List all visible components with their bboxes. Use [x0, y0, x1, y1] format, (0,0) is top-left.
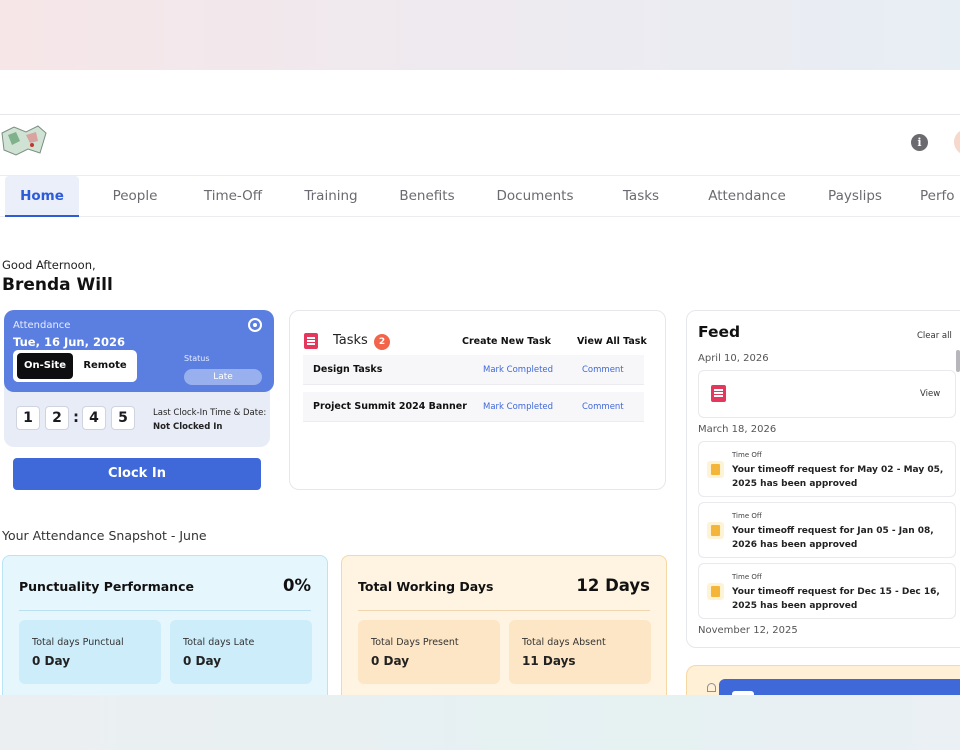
task-name: Project Summit 2024 Banner [313, 401, 467, 412]
mark-completed-link[interactable]: Mark Completed [483, 365, 553, 375]
clipboard-icon [707, 583, 724, 600]
attendance-label: Attendance [13, 320, 71, 331]
box-label: Total days Punctual [32, 637, 124, 648]
user-name: Brenda Will [2, 275, 113, 295]
tasks-card: Tasks 2 Create New Task View All Task De… [289, 310, 666, 490]
tab-documents[interactable]: Documents [490, 176, 580, 217]
feed-item-text: Your timeoff request for Dec 15 - Dec 16… [732, 587, 940, 611]
on-site-option[interactable]: On-Site [17, 353, 73, 379]
clipboard-icon [707, 461, 724, 478]
box-label: Total Days Present [371, 637, 459, 648]
working-days-title: Total Working Days [358, 579, 494, 594]
feed-date: March 18, 2026 [698, 424, 777, 435]
tab-people[interactable]: People [100, 176, 170, 217]
feed-item-text: Your timeoff request for May 02 - May 05… [732, 465, 944, 489]
feed-item-type: Time Off [732, 512, 762, 520]
punctuality-title: Punctuality Performance [19, 579, 194, 594]
divider [19, 610, 311, 611]
top-bar [0, 70, 960, 115]
clock-digit: 2 [45, 406, 69, 430]
app-window: i Home People Time-Off Training Benefits… [0, 115, 960, 695]
last-clock-label: Last Clock-In Time & Date: [153, 408, 267, 418]
remote-option[interactable]: Remote [77, 353, 133, 379]
box-value: 0 Day [371, 654, 410, 668]
feed-item-type: Time Off [732, 573, 762, 581]
tab-tasks[interactable]: Tasks [611, 176, 671, 217]
feed-date: November 12, 2025 [698, 625, 798, 636]
working-days-card: Total Working Days 12 Days Total Days Pr… [341, 555, 667, 695]
task-name: Design Tasks [313, 364, 383, 375]
list-item[interactable]: Time Off Your timeoff request for Dec 15… [698, 563, 956, 619]
clear-all-link[interactable]: Clear all [917, 331, 952, 341]
browser-bottom-backdrop [0, 695, 960, 750]
snapshot-title: Your Attendance Snapshot - June [2, 528, 207, 543]
mark-completed-link[interactable]: Mark Completed [483, 402, 553, 412]
tab-performance[interactable]: Perfo [920, 176, 960, 217]
absent-days-box: Total days Absent 11 Days [509, 620, 651, 684]
tab-benefits[interactable]: Benefits [392, 176, 462, 217]
feed-item-type: Time Off [732, 451, 762, 459]
main-nav-tabs: Home People Time-Off Training Benefits D… [0, 175, 960, 217]
late-days-box: Total days Late 0 Day [170, 620, 312, 684]
location-target-icon[interactable] [248, 318, 262, 332]
clock-colon: : [73, 408, 79, 426]
list-item[interactable]: Time Off Your timeoff request for May 02… [698, 441, 956, 497]
task-list-icon [304, 333, 318, 349]
clipboard-icon [707, 522, 724, 539]
punctuality-value: 0% [282, 576, 311, 595]
feed-panel: Feed Clear all April 10, 2026 View March… [686, 310, 960, 648]
umbrella-icon [707, 683, 716, 692]
box-value: 11 Days [522, 654, 576, 668]
table-row: Design Tasks Mark Completed Comment [303, 355, 644, 385]
clock-in-button[interactable]: Clock In [13, 458, 261, 490]
list-item[interactable]: Time Off Your timeoff request for Jan 05… [698, 502, 956, 558]
working-days-value: 12 Days [576, 576, 650, 595]
greeting-text: Good Afternoon, [2, 258, 96, 272]
info-icon[interactable]: i [911, 134, 928, 151]
clock-digit: 5 [111, 406, 135, 430]
feed-date: April 10, 2026 [698, 353, 769, 364]
present-days-box: Total Days Present 0 Day [358, 620, 500, 684]
avatar[interactable] [954, 129, 960, 155]
tasks-title: Tasks [333, 333, 368, 348]
view-all-tasks-link[interactable]: View All Task [577, 336, 647, 347]
chat-widget-bar[interactable] [719, 679, 960, 695]
tab-training[interactable]: Training [296, 176, 366, 217]
comment-link[interactable]: Comment [582, 365, 624, 375]
feed-task-item: View [698, 370, 956, 418]
punctuality-card: Punctuality Performance 0% Total days Pu… [2, 555, 328, 695]
punctual-days-box: Total days Punctual 0 Day [19, 620, 161, 684]
tab-time-off[interactable]: Time-Off [195, 176, 271, 217]
tab-home[interactable]: Home [5, 176, 79, 217]
comment-link[interactable]: Comment [582, 402, 624, 412]
box-value: 0 Day [183, 654, 222, 668]
create-task-link[interactable]: Create New Task [462, 336, 551, 347]
view-link[interactable]: View [920, 389, 940, 399]
clock-digit: 4 [82, 406, 106, 430]
task-list-icon [711, 385, 726, 402]
browser-top-backdrop [0, 0, 960, 70]
feed-item-text: Your timeoff request for Jan 05 - Jan 08… [732, 526, 934, 550]
attendance-widget: Attendance Tue, 16 Jun, 2026 On-Site Rem… [4, 310, 274, 447]
table-row: Project Summit 2024 Banner Mark Complete… [303, 392, 644, 422]
feed-scrollbar[interactable] [956, 350, 960, 372]
box-label: Total days Absent [522, 637, 606, 648]
attendance-card: Attendance Tue, 16 Jun, 2026 On-Site Rem… [4, 310, 274, 392]
tasks-count-badge: 2 [374, 334, 390, 350]
divider [358, 610, 650, 611]
status-badge: Late [184, 369, 262, 385]
box-label: Total days Late [183, 637, 255, 648]
tab-payslips[interactable]: Payslips [821, 176, 889, 217]
tab-attendance[interactable]: Attendance [701, 176, 793, 217]
last-clock-value: Not Clocked In [153, 422, 223, 432]
work-mode-toggle: On-Site Remote [13, 350, 137, 382]
clock-digit: 1 [16, 406, 40, 430]
map-logo [1, 125, 47, 156]
attendance-date: Tue, 16 Jun, 2026 [13, 335, 125, 349]
status-label: Status [184, 354, 210, 363]
box-value: 0 Day [32, 654, 71, 668]
feed-title: Feed [698, 323, 741, 341]
